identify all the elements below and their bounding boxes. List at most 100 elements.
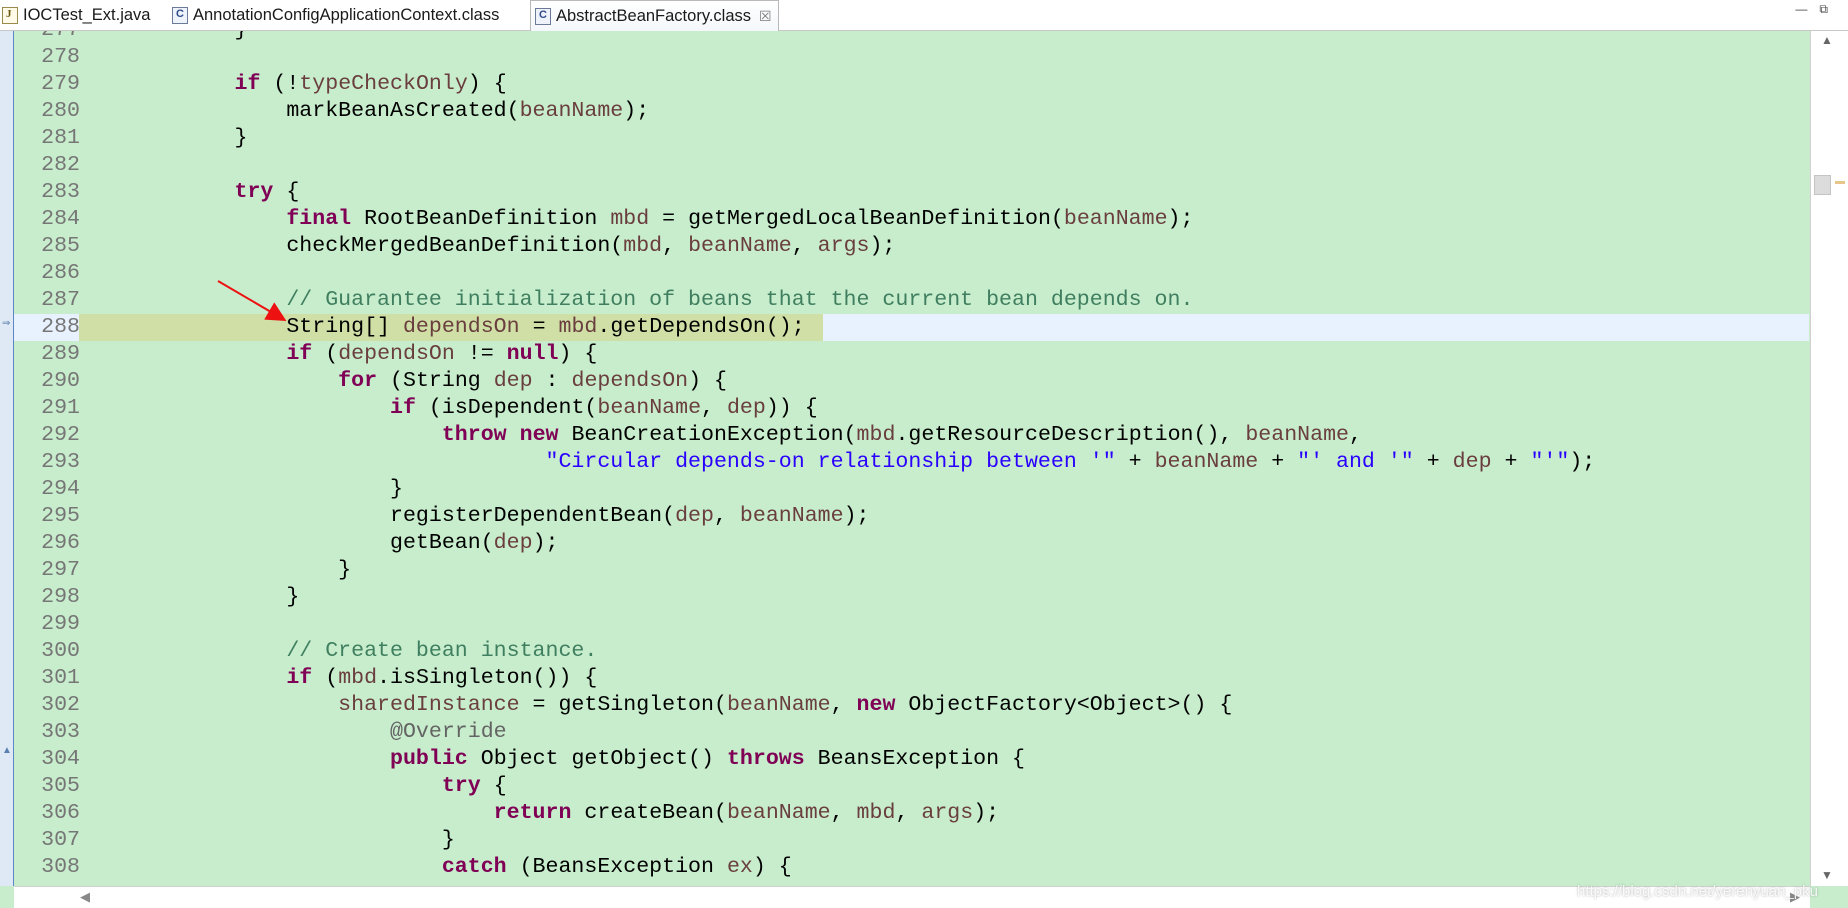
tab-label: AbstractBeanFactory.class [556, 6, 752, 25]
code-line[interactable]: 304 public Object getObject() throws Bea… [14, 746, 1809, 773]
code-line[interactable]: 300 // Create bean instance. [14, 638, 1809, 665]
code-text[interactable]: try { [79, 179, 300, 206]
code-token: beanName [519, 99, 624, 123]
code-line[interactable]: 281 } [14, 125, 1809, 152]
code-line[interactable]: 289 if (dependsOn != null) { [14, 341, 1809, 368]
scroll-down-icon[interactable]: ▼ [1821, 868, 1833, 882]
code-text[interactable]: final RootBeanDefinition mbd = getMerged… [79, 206, 1193, 233]
code-text[interactable]: try { [79, 773, 507, 800]
code-token: (! [260, 72, 300, 96]
code-text[interactable]: if (!typeCheckOnly) { [79, 71, 507, 98]
code-text[interactable]: return createBean(beanName, mbd, args); [79, 800, 999, 827]
code-line[interactable]: 287 // Guarantee initialization of beans… [14, 287, 1809, 314]
code-line[interactable]: 286 [14, 260, 1809, 287]
line-number: 281 [41, 126, 80, 150]
code-text[interactable]: // Create bean instance. [79, 638, 597, 665]
close-tab-icon[interactable]: ☒ [759, 8, 772, 25]
code-line[interactable]: 294 } [14, 476, 1809, 503]
code-token: RootBeanDefinition [351, 207, 611, 231]
line-number: 306 [41, 801, 80, 825]
code-text[interactable]: // Guarantee initialization of beans tha… [79, 287, 1193, 314]
code-text[interactable]: String[] dependsOn = mbd.getDependsOn(); [79, 314, 804, 341]
code-token: , [791, 234, 818, 258]
horizontal-scrollbar[interactable]: ◀ ▶ [14, 886, 1810, 908]
code-text[interactable]: } [79, 476, 403, 503]
code-line[interactable]: 283 try { [14, 179, 1809, 206]
code-line[interactable]: 301 if (mbd.isSingleton()) { [14, 665, 1809, 692]
code-text[interactable]: for (String dep : dependsOn) { [79, 368, 727, 395]
tab-abstract-bean-factory[interactable]: AbstractBeanFactory.class ☒ [530, 0, 779, 31]
code-line[interactable]: 298 } [14, 584, 1809, 611]
tab-ioctest-ext-java[interactable]: IOCTest_Ext.java [2, 0, 150, 31]
code-token: ( [312, 342, 339, 366]
code-line[interactable]: 305 try { [14, 773, 1809, 800]
minimize-icon[interactable]: — [1795, 2, 1807, 17]
code-line[interactable]: 299 [14, 611, 1809, 638]
code-line[interactable]: 278 [14, 44, 1809, 71]
code-line[interactable]: 307 } [14, 827, 1809, 854]
code-text[interactable]: registerDependentBean(dep, beanName); [79, 503, 870, 530]
vertical-scrollbar[interactable]: ▲ ▼ [1810, 31, 1848, 886]
code-line[interactable]: 297 } [14, 557, 1809, 584]
code-text[interactable]: public Object getObject() throws BeansEx… [79, 746, 1025, 773]
code-line[interactable]: 290 for (String dep : dependsOn) { [14, 368, 1809, 395]
maximize-icon[interactable]: ⧉ [1819, 2, 1828, 17]
code-line[interactable]: 295 registerDependentBean(dep, beanName)… [14, 503, 1809, 530]
code-text[interactable]: if (dependsOn != null) { [79, 341, 597, 368]
code-line[interactable]: 291 if (isDependent(beanName, dep)) { [14, 395, 1809, 422]
line-number: 298 [41, 585, 80, 609]
code-line[interactable]: 288 String[] dependsOn = mbd.getDependsO… [14, 314, 1809, 341]
code-area[interactable]: 277 }278279 if (!typeCheckOnly) {280 mar… [14, 31, 1809, 886]
code-text[interactable]: if (isDependent(beanName, dep)) { [79, 395, 818, 422]
line-number: 305 [41, 774, 80, 798]
code-text[interactable]: } [79, 31, 248, 44]
scroll-up-icon[interactable]: ▲ [1821, 33, 1833, 47]
code-token: , [701, 396, 727, 420]
code-line[interactable]: 285 checkMergedBeanDefinition(mbd, beanN… [14, 233, 1809, 260]
scrollbar-thumb[interactable] [1814, 175, 1831, 195]
scroll-left-icon[interactable]: ◀ [80, 889, 90, 905]
line-number: 292 [41, 423, 80, 447]
code-line[interactable]: 296 getBean(dep); [14, 530, 1809, 557]
code-line[interactable]: 292 throw new BeanCreationException(mbd.… [14, 422, 1809, 449]
code-line[interactable]: 308 catch (BeansException ex) { [14, 854, 1809, 881]
code-line[interactable]: 279 if (!typeCheckOnly) { [14, 71, 1809, 98]
code-text[interactable]: } [79, 827, 455, 854]
code-text[interactable]: throw new BeanCreationException(mbd.getR… [79, 422, 1362, 449]
code-line[interactable]: 282 [14, 152, 1809, 179]
code-text[interactable]: sharedInstance = getSingleton(beanName, … [79, 692, 1232, 719]
code-token: } [79, 477, 403, 501]
code-line[interactable]: 303 @Override [14, 719, 1809, 746]
code-token: try [441, 774, 481, 798]
code-text[interactable]: } [79, 125, 248, 152]
line-number: 300 [41, 639, 80, 663]
overview-ruler-marker[interactable] [1835, 181, 1845, 184]
line-number: 297 [41, 558, 80, 582]
code-token: dep [1452, 450, 1492, 474]
code-token: throw [441, 423, 507, 447]
code-text[interactable]: markBeanAsCreated(beanName); [79, 98, 649, 125]
code-text[interactable]: getBean(dep); [79, 530, 558, 557]
code-line[interactable]: 293 "Circular depends-on relationship be… [14, 449, 1809, 476]
code-text[interactable]: } [79, 584, 299, 611]
code-text[interactable]: "Circular depends-on relationship betwee… [79, 449, 1596, 476]
code-token: { [273, 180, 300, 204]
code-text[interactable]: if (mbd.isSingleton()) { [79, 665, 597, 692]
tab-annotation-config-application-context[interactable]: AnnotationConfigApplicationContext.class [172, 0, 499, 31]
code-token: + [1413, 450, 1453, 474]
code-line[interactable]: 284 final RootBeanDefinition mbd = getMe… [14, 206, 1809, 233]
code-text[interactable]: checkMergedBeanDefinition(mbd, beanName,… [79, 233, 895, 260]
code-line[interactable]: 280 markBeanAsCreated(beanName); [14, 98, 1809, 125]
code-text[interactable]: } [79, 557, 351, 584]
code-token: (BeansException [506, 855, 727, 879]
code-text[interactable]: catch (BeansException ex) { [79, 854, 792, 881]
code-line[interactable]: 277 } [14, 31, 1809, 44]
code-text[interactable]: @Override [79, 719, 507, 746]
code-editor[interactable]: ⇒ ▲ 277 }278279 if (!typeCheckOnly) {280… [0, 31, 1848, 908]
code-line[interactable]: 302 sharedInstance = getSingleton(beanNa… [14, 692, 1809, 719]
code-line[interactable]: 306 return createBean(beanName, mbd, arg… [14, 800, 1809, 827]
